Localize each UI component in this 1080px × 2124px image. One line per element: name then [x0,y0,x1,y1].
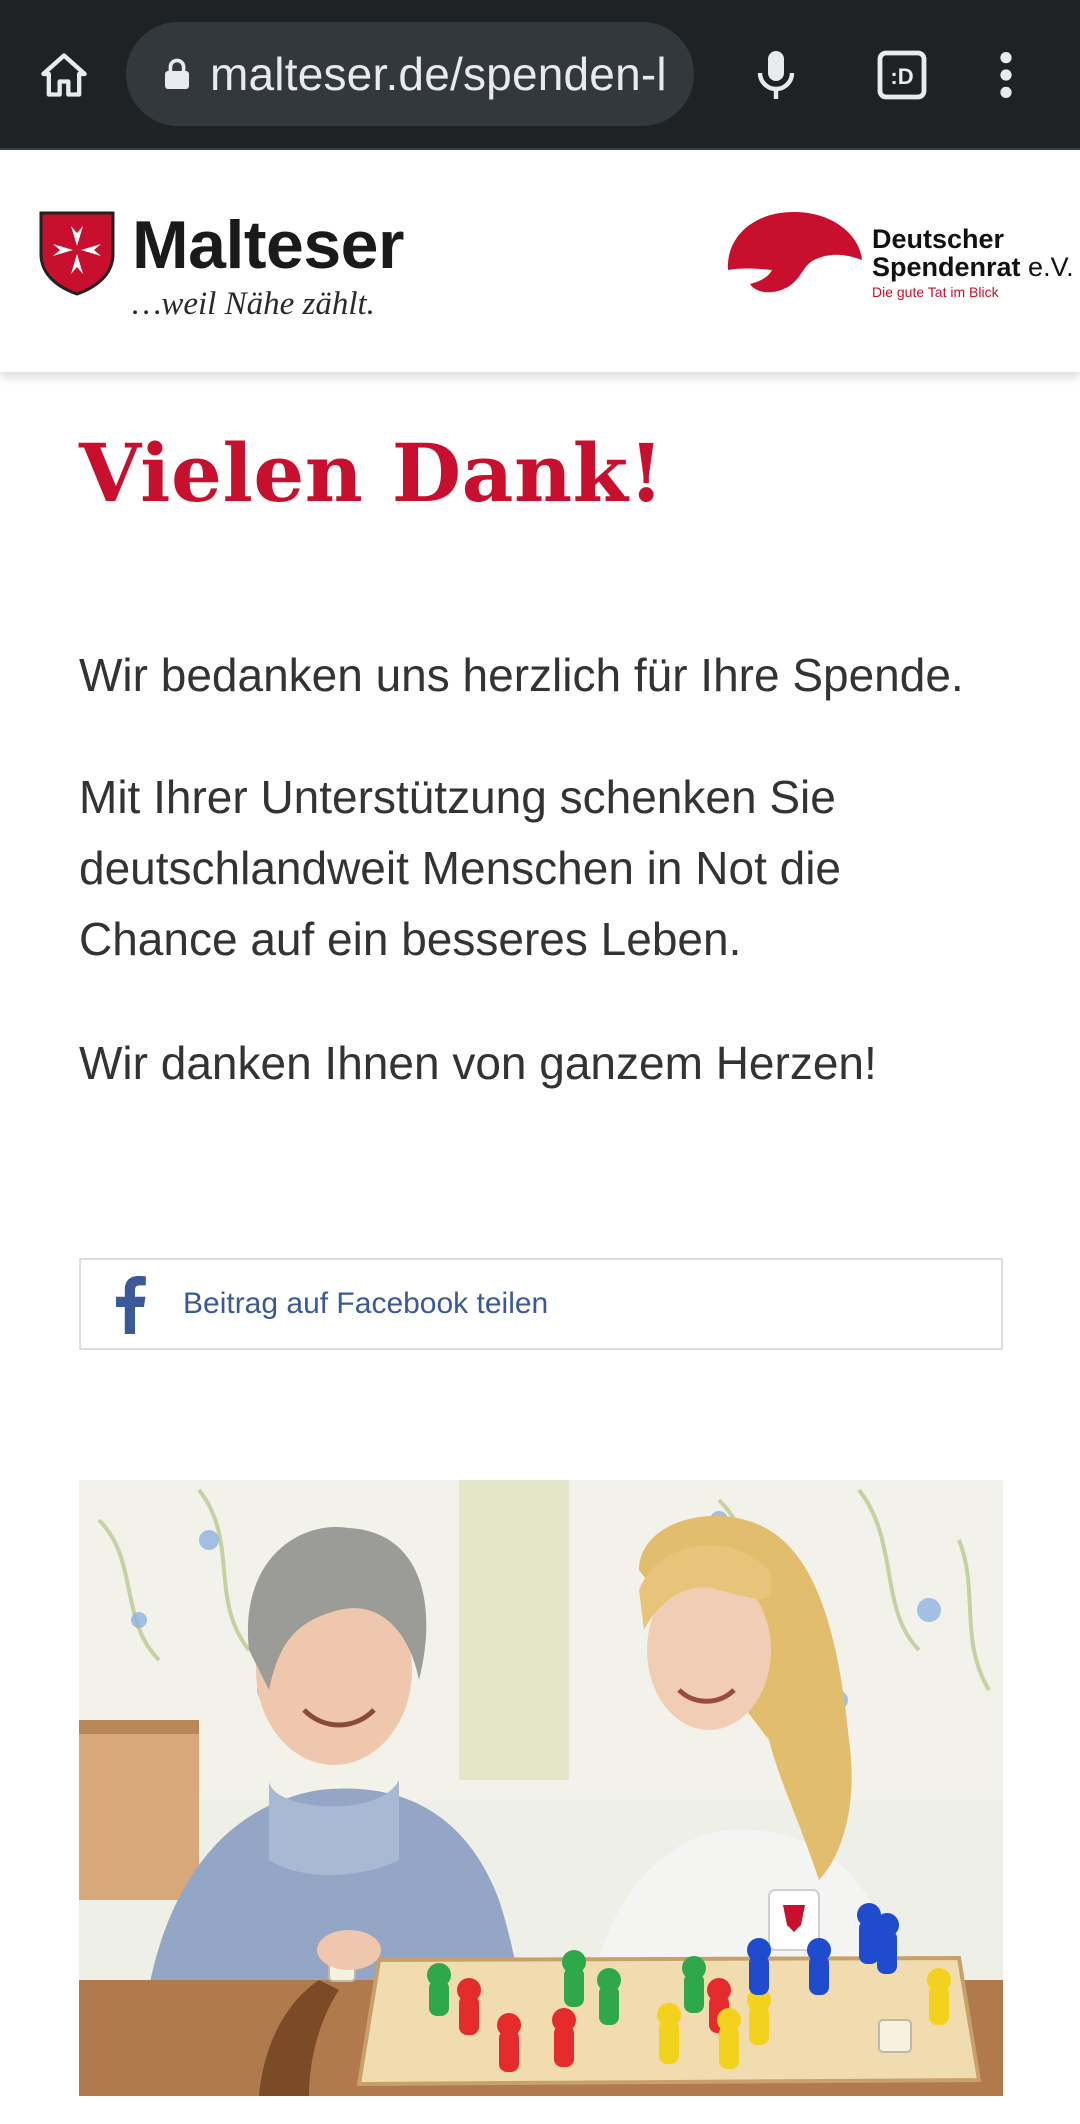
facebook-share-button[interactable]: Beitrag auf Facebook teilen [79,1258,1003,1350]
page-title: Vielen Dank! [79,426,665,520]
url-text: malteser.de/spenden-l [210,48,667,100]
partner-suffix: e.V. [1028,252,1074,282]
partner-name: Spendenrat [872,252,1021,282]
support-paragraph: Mit Ihrer Unterstützung schenken Sie deu… [79,771,842,965]
facebook-icon [116,1276,146,1334]
browser-toolbar: malteser.de/spenden-l :D [0,0,1080,150]
home-icon[interactable] [24,35,104,115]
site-header: Malteser …weil Nähe zählt. Deutscher Spe… [0,152,1080,372]
malteser-shield-icon [39,211,115,296]
partner-tagline: Die gute Tat im Blick [872,284,999,300]
microphone-icon[interactable] [736,35,816,115]
brand-tagline: …weil Nähe zählt. [132,286,375,322]
partner-line1: Deutscher [872,224,1005,254]
more-vert-icon[interactable] [966,35,1046,115]
tab-count: :D [890,64,913,89]
thanks-paragraph: Wir bedanken uns herzlich für Ihre Spend… [79,649,964,701]
hero-photo [79,1480,1003,2096]
spendenrat-mark-icon [727,212,862,293]
malteser-logo[interactable]: Malteser …weil Nähe zählt. [38,206,404,336]
address-bar[interactable]: malteser.de/spenden-l [126,22,694,126]
partner-line2: Spendenrat e.V. [872,252,1074,283]
brand-name: Malteser [132,207,404,283]
facebook-share-label: Beitrag auf Facebook teilen [183,1287,549,1320]
tab-switcher-icon[interactable]: :D [862,35,942,115]
photo-illustration [79,1480,1003,2096]
spendenrat-logo[interactable]: Deutscher Spendenrat e.V. Die gute Tat i… [722,208,1074,308]
lock-icon [165,58,189,89]
closing-paragraph: Wir danken Ihnen von ganzem Herzen! [79,1037,877,1089]
